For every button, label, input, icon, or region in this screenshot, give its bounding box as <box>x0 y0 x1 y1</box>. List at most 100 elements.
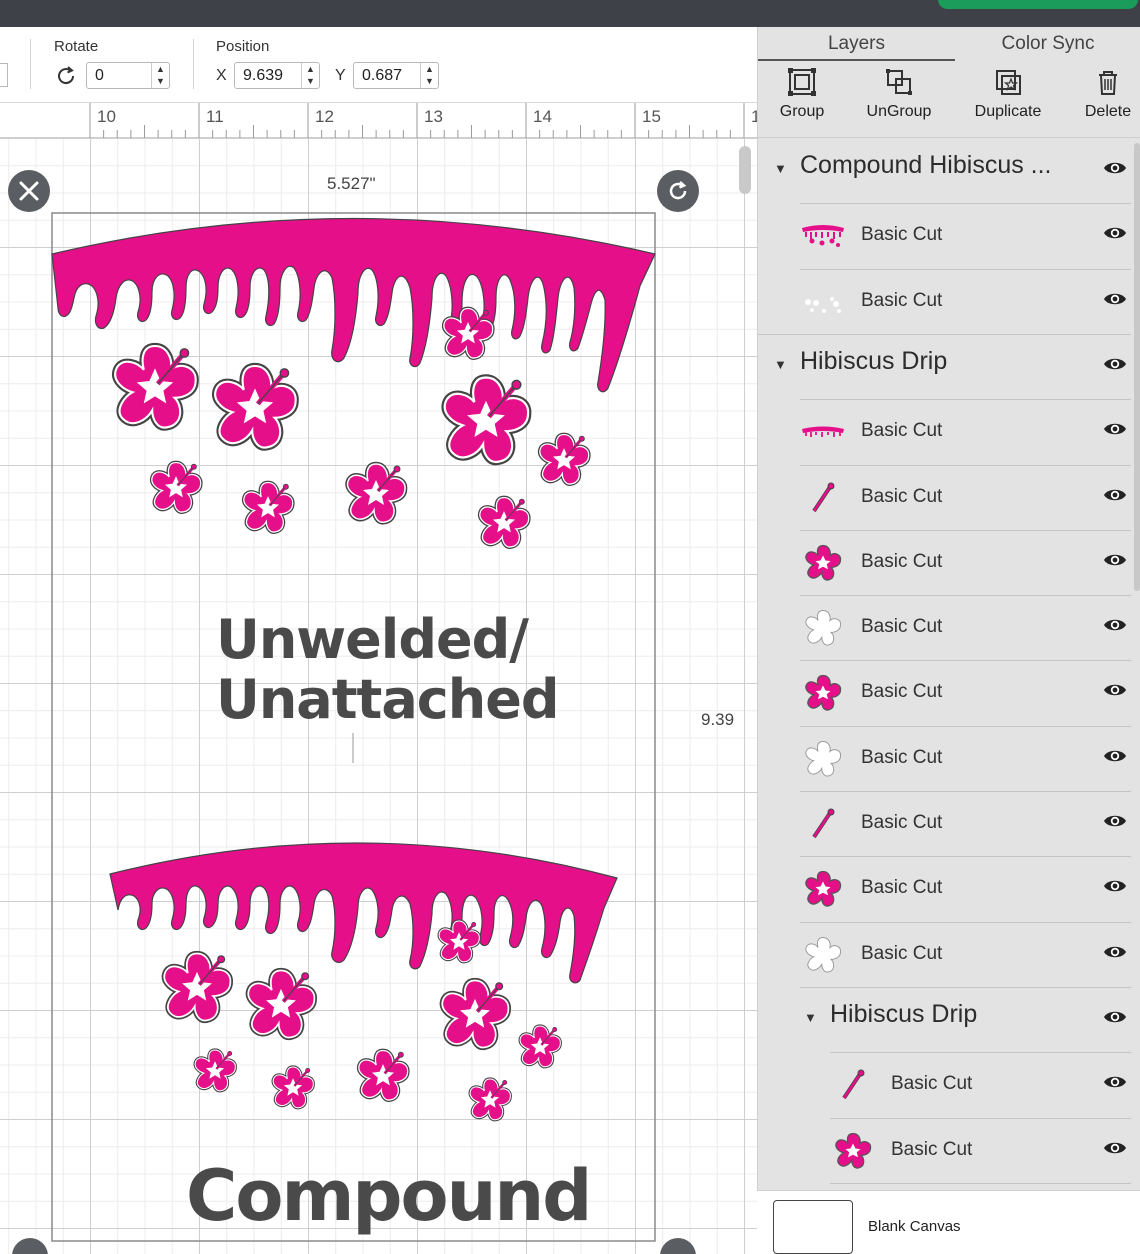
eye-icon <box>1104 228 1126 239</box>
layer-row[interactable]: Basic Cut <box>758 923 1140 988</box>
ruler-tick-label: 11 <box>206 107 224 126</box>
layer-row[interactable]: Basic Cut <box>758 204 1140 269</box>
app-top-bar <box>0 0 1140 27</box>
caret-down-icon[interactable]: ▼ <box>774 357 787 372</box>
eye-icon <box>1104 685 1126 696</box>
ungroup-icon <box>886 69 912 95</box>
toolbar-divider <box>30 39 31 89</box>
eye-icon <box>1104 293 1126 304</box>
layer-label: Basic Cut <box>861 485 943 507</box>
layer-row[interactable]: Basic Cut <box>758 792 1140 857</box>
visibility-toggle[interactable] <box>1103 681 1127 704</box>
visibility-toggle[interactable] <box>1103 159 1127 182</box>
x-value: 9.639 <box>243 67 284 84</box>
layer-thumbnail <box>830 1065 876 1105</box>
y-position-input[interactable]: 0.687 ▲ ▼ <box>353 62 439 89</box>
layer-thumbnail <box>800 739 846 779</box>
visibility-toggle[interactable] <box>1103 290 1127 313</box>
ungroup-button[interactable]: UnGroup <box>851 67 947 121</box>
eye-icon <box>1104 358 1126 370</box>
visibility-toggle[interactable] <box>1103 355 1127 378</box>
layer-label: Basic Cut <box>861 877 943 899</box>
layer-row[interactable]: Basic Cut <box>758 1119 1140 1184</box>
layer-group-row[interactable]: ▼ Hibiscus Drip <box>758 335 1140 400</box>
layer-row[interactable]: Basic Cut <box>758 857 1140 922</box>
layer-thumbnail <box>800 869 846 909</box>
tab-color-sync[interactable]: Color Sync <box>955 27 1140 61</box>
layer-thumbnail <box>800 935 846 975</box>
compound-label: Compound <box>186 1155 592 1237</box>
rotate-handle[interactable] <box>657 170 699 212</box>
layer-row[interactable]: Basic Cut <box>758 596 1140 661</box>
visibility-toggle[interactable] <box>1103 812 1127 835</box>
ruler-tick-label: 13 <box>424 107 443 126</box>
visibility-toggle[interactable] <box>1103 943 1127 966</box>
blank-canvas-label: Blank Canvas <box>868 1218 961 1235</box>
eye-icon <box>1104 619 1126 631</box>
tab-layers[interactable]: Layers <box>758 27 955 61</box>
layer-label: Basic Cut <box>861 942 943 964</box>
layer-thumbnail <box>800 412 846 452</box>
layer-row[interactable]: Basic Cut <box>758 727 1140 792</box>
caret-down-icon[interactable]: ▼ <box>804 1010 817 1025</box>
delete-button[interactable]: Delete <box>1060 67 1140 121</box>
eye-icon <box>1104 162 1126 174</box>
delete-handle[interactable] <box>8 170 50 212</box>
visibility-toggle[interactable] <box>1103 224 1127 247</box>
canvas-scrollbar[interactable] <box>739 146 751 194</box>
layer-group-row[interactable]: ▼ Compound Hibiscus ... <box>758 139 1140 204</box>
panel-scrollbar[interactable] <box>1134 143 1140 591</box>
height-dimension: 9.39 <box>701 710 735 729</box>
layer-thumbnail <box>800 216 846 256</box>
visibility-toggle[interactable] <box>1103 1073 1127 1096</box>
x-position-input[interactable]: 9.639 ▲ ▼ <box>234 62 320 89</box>
ruler-tick-label: 15 <box>642 107 661 126</box>
group-button[interactable]: Group <box>754 67 850 121</box>
rotate-input[interactable]: 0 ▲ ▼ <box>86 62 170 89</box>
y-stepper[interactable]: ▲ ▼ <box>420 63 438 88</box>
visibility-toggle[interactable] <box>1103 486 1127 509</box>
x-stepper[interactable]: ▲ ▼ <box>301 63 319 88</box>
eye-icon <box>1104 815 1126 827</box>
layer-label: Basic Cut <box>861 550 943 572</box>
visibility-toggle[interactable] <box>1103 877 1127 900</box>
layer-label: Basic Cut <box>861 224 943 246</box>
visibility-toggle[interactable] <box>1103 420 1127 443</box>
trash-icon <box>1099 71 1117 95</box>
layer-label: Basic Cut <box>861 812 943 833</box>
eye-icon <box>1104 946 1126 957</box>
edit-toolbar: Rotate 0 ▲ ▼ Position X 9.639 ▲ ▼ Y 0.687 … <box>0 27 757 103</box>
make-it-button[interactable] <box>938 0 1138 9</box>
layer-row[interactable]: Basic Cut <box>758 531 1140 596</box>
layer-row[interactable]: Basic Cut <box>758 400 1140 465</box>
text-line-1: Unwelded/ <box>216 608 529 671</box>
layer-group-row[interactable]: ▼ Hibiscus Drip <box>758 988 1140 1053</box>
duplicate-button[interactable]: Duplicate <box>960 67 1056 121</box>
rotate-stepper[interactable]: ▲ ▼ <box>151 63 169 88</box>
layer-row[interactable]: Basic Cut <box>758 661 1140 726</box>
layer-row[interactable]: Basic Cut <box>758 1053 1140 1118</box>
layer-group-label: Hibiscus Drip <box>830 999 978 1028</box>
visibility-toggle[interactable] <box>1103 551 1127 574</box>
ruler-tick-label: 10 <box>97 107 116 126</box>
visibility-toggle[interactable] <box>1103 747 1127 770</box>
layer-thumbnail <box>830 1131 876 1171</box>
visibility-toggle[interactable] <box>1103 1139 1127 1162</box>
layer-row[interactable]: Basic Cut <box>758 466 1140 531</box>
layer-thumbnail <box>800 282 846 322</box>
toolbar-divider <box>758 137 1140 138</box>
caret-down-icon[interactable]: ▼ <box>774 161 787 176</box>
visibility-toggle[interactable] <box>1103 1008 1127 1031</box>
duplicate-icon <box>996 70 1021 95</box>
layer-label: Basic Cut <box>891 1138 973 1160</box>
layer-group-label: Hibiscus Drip <box>800 346 948 375</box>
horizontal-ruler: 10 11 12 13 14 15 1 <box>0 103 760 138</box>
rotate-icon <box>58 66 75 85</box>
visibility-toggle[interactable] <box>1103 616 1127 639</box>
prev-field-stepper[interactable] <box>0 63 8 87</box>
position-label: Position <box>216 38 270 55</box>
y-value: 0.687 <box>362 67 403 84</box>
layer-row[interactable]: Basic Cut <box>758 270 1140 335</box>
blank-canvas-row[interactable]: Blank Canvas <box>757 1190 1140 1254</box>
design-canvas[interactable]: 5.527" 9.39 Unwelded/ Unattached Compoun… <box>0 138 757 1254</box>
